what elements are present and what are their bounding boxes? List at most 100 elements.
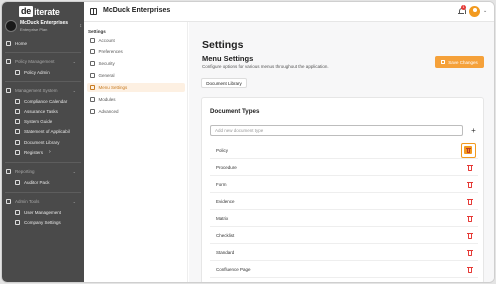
tab-document-library[interactable]: Document Library bbox=[201, 78, 247, 88]
trash-icon[interactable] bbox=[465, 197, 474, 206]
settings-item-menu-settings[interactable]: Menu Settings bbox=[87, 83, 185, 92]
settings-item-advanced[interactable]: Advanced bbox=[87, 107, 185, 116]
settings-item-label: Modules bbox=[98, 97, 116, 102]
sidebar-item-system-guide[interactable]: System Guide bbox=[15, 117, 82, 125]
trash-icon[interactable] bbox=[465, 248, 474, 257]
sidebar-item-label: User Management bbox=[24, 209, 62, 215]
add-document-type-input[interactable] bbox=[210, 125, 463, 136]
settings-item-modules[interactable]: Modules bbox=[87, 95, 185, 104]
document-type-label: Confluence Page bbox=[216, 267, 251, 272]
sidebar-item-label: Registers bbox=[24, 149, 44, 155]
modules-icon bbox=[90, 97, 95, 102]
document-type-row: Policy bbox=[210, 142, 478, 159]
sidebar-item-label: Document Library bbox=[24, 139, 60, 145]
sidebar-item-label: Home bbox=[15, 40, 28, 46]
sidebar-divider bbox=[5, 192, 81, 193]
sidebar-item-auditor-pack[interactable]: Auditor Pack bbox=[15, 178, 82, 186]
settings-title: Settings bbox=[202, 39, 244, 51]
settings-item-label: Preferences bbox=[98, 49, 123, 54]
sidebar-item-home[interactable]: Home bbox=[6, 39, 82, 47]
sidebar-divider bbox=[5, 52, 81, 53]
sidebar-section-management-system[interactable]: Management System ⌄ bbox=[6, 86, 82, 94]
sidebar-divider bbox=[5, 162, 81, 163]
sidebar-item-company-settings[interactable]: Company Settings bbox=[15, 218, 82, 226]
sidebar-section-admin-tools[interactable]: Admin Tools ⌄ bbox=[6, 197, 82, 205]
chevron-down-icon[interactable]: ⌄ bbox=[483, 8, 487, 14]
sidebar-toggle-icon[interactable] bbox=[90, 8, 97, 15]
trash-icon[interactable] bbox=[465, 180, 474, 189]
org-switcher[interactable]: McDuck Enterprises Enterprise Plan ↕ bbox=[5, 18, 82, 34]
settings-item-security[interactable]: Security bbox=[87, 59, 185, 68]
document-type-label: Form bbox=[216, 182, 227, 187]
sidebar-item-user-management[interactable]: User Management bbox=[15, 208, 82, 216]
document-type-row: Procedure bbox=[210, 159, 478, 176]
sidebar-divider bbox=[5, 81, 81, 82]
document-type-row: Confluence Page bbox=[210, 261, 478, 278]
document-icon bbox=[15, 69, 20, 75]
trash-icon[interactable] bbox=[465, 231, 474, 240]
sidebar-item-registers[interactable]: Registers › bbox=[15, 148, 82, 156]
sidebar-item-label: Reporting bbox=[15, 168, 35, 174]
section-description: Configure options for various menus thro… bbox=[202, 64, 329, 69]
sidebar-item-statement-of-applicability[interactable]: Statement of Applicabil bbox=[15, 127, 82, 135]
trash-icon[interactable] bbox=[465, 163, 474, 172]
document-type-row: Standard bbox=[210, 244, 478, 261]
tasks-icon bbox=[15, 108, 20, 114]
chevron-down-icon: ⌄ bbox=[72, 58, 76, 64]
home-icon bbox=[6, 40, 11, 46]
user-avatar[interactable] bbox=[469, 6, 480, 17]
shield-icon bbox=[90, 61, 95, 66]
chevron-down-icon: ⌄ bbox=[72, 168, 76, 174]
trash-icon[interactable] bbox=[465, 214, 474, 223]
document-type-row: Checklist bbox=[210, 227, 478, 244]
logo-text: iterate bbox=[34, 6, 60, 17]
sidebar-item-label: Admin Tools bbox=[15, 198, 40, 204]
users-icon bbox=[15, 209, 20, 215]
sidebar-item-policy-admin[interactable]: Policy Admin bbox=[15, 68, 82, 76]
document-type-label: Policy bbox=[216, 148, 229, 153]
reporting-icon bbox=[6, 168, 11, 174]
document-type-label: Matrix bbox=[216, 216, 229, 221]
sidebar-item-label: Assurance Tasks bbox=[24, 108, 58, 114]
chevron-right-icon: › bbox=[49, 149, 51, 155]
settings-item-general[interactable]: General bbox=[87, 71, 185, 80]
calendar-icon bbox=[15, 98, 20, 104]
card-title: Document Types bbox=[210, 108, 260, 115]
sliders-icon bbox=[90, 49, 95, 54]
sidebar-item-label: Company Settings bbox=[24, 219, 61, 225]
settings-item-label: General bbox=[98, 73, 115, 78]
sidebar-item-label: Compliance Calendar bbox=[24, 98, 68, 104]
add-document-type-button[interactable]: + bbox=[468, 125, 479, 136]
notification-badge: 1 bbox=[461, 5, 466, 10]
settings-item-preferences[interactable]: Preferences bbox=[87, 47, 185, 56]
settings-item-label: Menu Settings bbox=[98, 85, 128, 90]
settings-item-label: Advanced bbox=[98, 109, 119, 114]
settings-nav-header: Settings bbox=[88, 29, 106, 34]
delete-button[interactable] bbox=[461, 143, 476, 158]
sidebar-item-label: System Guide bbox=[24, 118, 53, 124]
document-types-card: Document Types + Policy Procedure Form bbox=[201, 97, 484, 282]
save-changes-button[interactable]: Save Changes bbox=[435, 56, 484, 68]
system-icon bbox=[6, 87, 11, 93]
chevron-updown-icon: ↕ bbox=[79, 23, 83, 29]
sidebar-section-policy-management[interactable]: Policy Management ⌄ bbox=[6, 57, 82, 65]
sidebar-item-document-library[interactable]: Document Library bbox=[15, 138, 82, 146]
folder-icon bbox=[15, 139, 20, 145]
sidebar-item-label: Policy Admin bbox=[24, 69, 50, 75]
register-icon bbox=[15, 149, 20, 155]
section-title: Menu Settings bbox=[202, 54, 254, 63]
document-type-label: Evidence bbox=[216, 199, 235, 204]
settings-item-account[interactable]: Account bbox=[87, 36, 185, 45]
sidebar-item-label: Policy Management bbox=[15, 58, 55, 64]
trash-icon[interactable] bbox=[465, 265, 474, 274]
user-icon bbox=[90, 38, 95, 43]
sidebar-item-assurance-tasks[interactable]: Assurance Tasks bbox=[15, 107, 82, 115]
chevron-down-icon: ⌄ bbox=[72, 87, 76, 93]
sidebar-item-label: Management System bbox=[15, 87, 58, 93]
settings-nav: Settings Account Preferences Security Ge… bbox=[84, 22, 188, 282]
sidebar-item-compliance-calendar[interactable]: Compliance Calendar bbox=[15, 97, 82, 105]
sidebar-section-reporting[interactable]: Reporting ⌄ bbox=[6, 167, 82, 175]
app-window: de iterate McDuck Enterprises Enterprise… bbox=[1, 1, 495, 283]
document-type-label: Standard bbox=[216, 250, 235, 255]
building-icon bbox=[15, 219, 20, 225]
